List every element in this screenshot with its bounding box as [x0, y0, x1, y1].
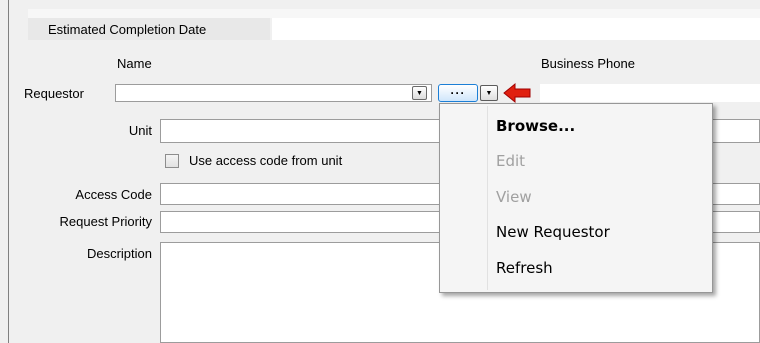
menu-icon-gutter-separator [487, 106, 488, 290]
menu-item-browse[interactable]: Browse... [496, 117, 575, 135]
red-pointer-arrow-icon [503, 82, 531, 104]
name-column-label: Name [117, 56, 152, 71]
menu-item-view[interactable]: View [496, 188, 532, 206]
unit-label: Unit [128, 123, 152, 138]
window-left-border [8, 0, 9, 343]
description-label: Description [86, 246, 152, 261]
browse-dots-button[interactable]: ··· [438, 84, 478, 102]
requestor-label: Requestor [24, 86, 84, 101]
menu-item-edit[interactable]: Edit [496, 152, 525, 170]
requestor-context-menu: Browse... Edit View New Requestor Refres… [439, 103, 713, 293]
requestor-menu-dropdown-button[interactable]: ▼ [480, 85, 498, 101]
business-phone-field[interactable] [540, 84, 760, 102]
chevron-down-icon: ▼ [485, 89, 493, 97]
use-access-code-checkbox[interactable] [165, 154, 179, 168]
requestor-combobox[interactable]: ▼ [115, 84, 432, 102]
menu-item-refresh[interactable]: Refresh [496, 259, 553, 277]
chevron-down-icon[interactable]: ▼ [412, 86, 427, 100]
access-code-label: Access Code [75, 187, 152, 202]
business-phone-column-label: Business Phone [541, 56, 635, 71]
estimated-completion-value[interactable] [272, 18, 760, 40]
menu-item-new-requestor[interactable]: New Requestor [496, 223, 610, 241]
request-priority-label: Request Priority [59, 214, 152, 229]
header-band [28, 9, 760, 18]
estimated-completion-label: Estimated Completion Date [48, 22, 207, 37]
use-access-code-label: Use access code from unit [189, 153, 343, 168]
